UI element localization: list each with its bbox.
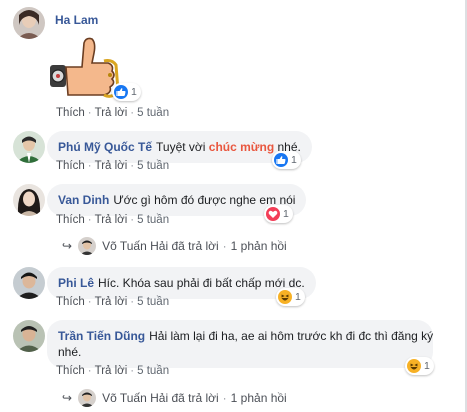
like-link[interactable]: Thích [56,296,85,308]
commenter-name[interactable]: Van Dinh [58,193,109,207]
comment-actions: Thích · Trả lời · 5 tuần [56,107,170,119]
avatar-tran-tien-dung[interactable] [13,320,45,352]
reply-link[interactable]: Trả lời [95,160,128,172]
avatar-phi-le[interactable] [13,267,45,299]
reaction-summary[interactable]: 1 [405,357,434,375]
like-link[interactable]: Thích [56,365,85,377]
thumbs-up-sticker [46,35,120,103]
commenter-name[interactable]: Phú Mỹ Quốc Tế [58,140,152,154]
replier-avatar [78,389,97,407]
reaction-count: 1 [424,360,430,372]
reply-summary-text[interactable]: Võ Tuấn Hải đã trả lời [102,239,219,253]
commenter-name[interactable]: Trần Tiến Dũng [58,329,145,343]
reaction-summary[interactable]: 1 [272,151,301,169]
timestamp[interactable]: 5 tuần [137,296,169,308]
reaction-summary[interactable]: 1 [264,205,293,223]
avatar-ha-lam[interactable] [13,7,45,39]
avatar-van-dinh[interactable] [13,184,45,216]
reply-summary[interactable]: ↪ Võ Tuấn Hải đã trả lời · 1 phản hồi [62,389,287,407]
like-link[interactable]: Thích [56,107,85,119]
reply-link[interactable]: Trả lời [95,214,128,226]
comment-actions: Thích · Trả lời · 5 tuần [56,296,170,308]
reply-summary-text[interactable]: Võ Tuấn Hải đã trả lời [102,391,219,405]
love-icon [266,207,280,221]
timestamp[interactable]: 5 tuần [137,107,169,119]
timestamp[interactable]: 5 tuần [137,365,169,377]
commenter-name[interactable]: Phi Lê [58,276,94,290]
comment-text: Tuyệt vời [156,140,209,154]
reply-arrow-icon: ↪ [62,239,73,253]
comment-bubble: Trần Tiến Dũng Hải làm lại đi ha, ae ai h… [47,320,433,368]
like-icon [274,153,288,167]
comment-actions: Thích · Trả lời · 5 tuần [56,365,170,377]
like-link[interactable]: Thích [56,160,85,172]
comment-text: Híc. Khóa sau phải đi bất chấp mới dc. [98,276,305,290]
timestamp[interactable]: 5 tuần [137,160,169,172]
comment-highlight[interactable]: chúc mừng [209,140,274,154]
reply-count[interactable]: 1 phản hồi [231,391,287,405]
haha-icon [407,359,421,373]
avatar-phu-my-quoc-te[interactable] [13,131,45,163]
comment-text-line2: nhé. [58,345,82,359]
comment-actions: Thích · Trả lời · 5 tuần [56,160,170,172]
reply-link[interactable]: Trả lời [95,365,128,377]
reaction-summary[interactable]: 1 [276,288,305,306]
replier-avatar [78,237,97,255]
comment-text: Hải làm lại đi ha, ae ai hôm trước kh đi… [149,329,434,343]
reaction-count: 1 [291,154,297,166]
reply-summary[interactable]: ↪ Võ Tuấn Hải đã trả lời · 1 phản hồi [62,237,287,255]
comment-actions: Thích · Trả lời · 5 tuần [56,214,170,226]
like-link[interactable]: Thích [56,214,85,226]
reply-arrow-icon: ↪ [62,391,73,405]
timestamp[interactable]: 5 tuần [137,214,169,226]
reply-link[interactable]: Trả lời [95,296,128,308]
reply-count[interactable]: 1 phản hồi [231,239,287,253]
reaction-count: 1 [295,291,301,303]
commenter-name[interactable]: Ha Lam [55,13,98,27]
reply-link[interactable]: Trả lời [95,107,128,119]
reaction-count: 1 [131,86,137,98]
like-icon [114,85,128,99]
reaction-count: 1 [283,208,289,220]
haha-icon [278,290,292,304]
reaction-summary[interactable]: 1 [112,83,141,101]
